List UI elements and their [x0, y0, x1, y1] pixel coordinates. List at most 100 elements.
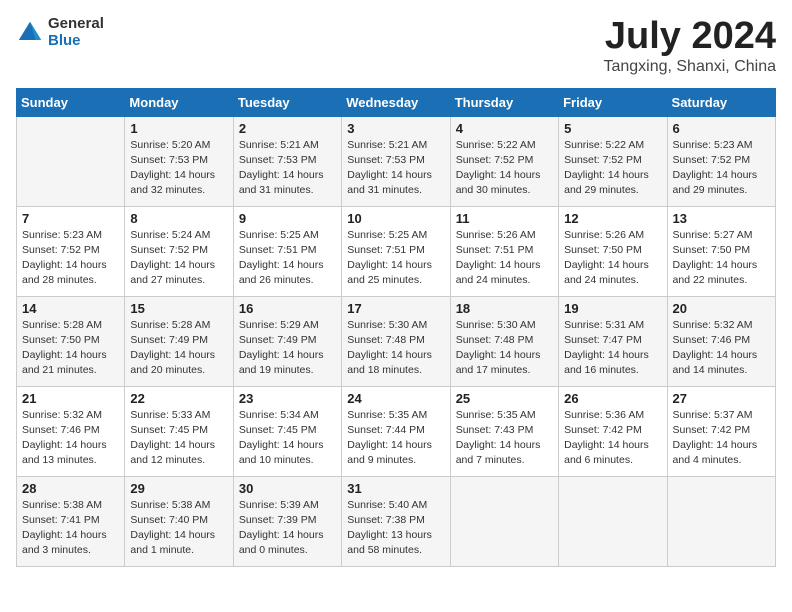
- day-info: Sunrise: 5:39 AM Sunset: 7:39 PM Dayligh…: [239, 498, 336, 559]
- day-info: Sunrise: 5:21 AM Sunset: 7:53 PM Dayligh…: [239, 138, 336, 199]
- day-number: 31: [347, 481, 444, 496]
- day-info: Sunrise: 5:28 AM Sunset: 7:49 PM Dayligh…: [130, 318, 227, 379]
- title-block: July 2024 Tangxing, Shanxi, China: [603, 16, 776, 76]
- day-info: Sunrise: 5:25 AM Sunset: 7:51 PM Dayligh…: [239, 228, 336, 289]
- calendar-cell: 26 Sunrise: 5:36 AM Sunset: 7:42 PM Dayli…: [559, 386, 667, 476]
- logo-blue: Blue: [48, 33, 104, 50]
- day-info: Sunrise: 5:23 AM Sunset: 7:52 PM Dayligh…: [673, 138, 770, 199]
- calendar-cell: 16Sunrise: 5:29 AM Sunset: 7:49 PM Dayli…: [233, 296, 341, 386]
- day-info: Sunrise: 5:26 AM Sunset: 7:51 PM Dayligh…: [456, 228, 553, 289]
- day-info: Sunrise: 5:35 AM Sunset: 7:44 PM Dayligh…: [347, 408, 444, 469]
- calendar-cell: 12Sunrise: 5:26 AM Sunset: 7:50 PM Dayli…: [559, 206, 667, 296]
- calendar-cell: 24 Sunrise: 5:35 AM Sunset: 7:44 PM Dayli…: [342, 386, 450, 476]
- day-number: 18: [456, 301, 553, 316]
- day-number: 2: [239, 121, 336, 136]
- day-info: Sunrise: 5:30 AM Sunset: 7:48 PM Dayligh…: [456, 318, 553, 379]
- day-info: Sunrise: 5:22 AM Sunset: 7:52 PM Dayligh…: [564, 138, 661, 199]
- calendar-body: 1 Sunrise: 5:20 AM Sunset: 7:53 PM Daylig…: [17, 116, 776, 566]
- week-row-5: 28Sunrise: 5:38 AM Sunset: 7:41 PM Dayli…: [17, 476, 776, 566]
- day-number: 1: [130, 121, 227, 136]
- day-info: Sunrise: 5:31 AM Sunset: 7:47 PM Dayligh…: [564, 318, 661, 379]
- day-info: Sunrise: 5:35 AM Sunset: 7:43 PM Dayligh…: [456, 408, 553, 469]
- day-number: 16: [239, 301, 336, 316]
- day-number: 6: [673, 121, 770, 136]
- calendar-cell: 21 Sunrise: 5:32 AM Sunset: 7:46 PM Dayli…: [17, 386, 125, 476]
- calendar-cell: 22 Sunrise: 5:33 AM Sunset: 7:45 PM Dayli…: [125, 386, 233, 476]
- day-number: 3: [347, 121, 444, 136]
- calendar-cell: 13 Sunrise: 5:27 AM Sunset: 7:50 PM Dayli…: [667, 206, 775, 296]
- day-number: 9: [239, 211, 336, 226]
- calendar-cell: 17Sunrise: 5:30 AM Sunset: 7:48 PM Dayli…: [342, 296, 450, 386]
- calendar-cell: 1 Sunrise: 5:20 AM Sunset: 7:53 PM Daylig…: [125, 116, 233, 206]
- day-number: 5: [564, 121, 661, 136]
- calendar-cell: [559, 476, 667, 566]
- day-number: 28: [22, 481, 119, 496]
- calendar-cell: 15 Sunrise: 5:28 AM Sunset: 7:49 PM Dayli…: [125, 296, 233, 386]
- calendar-cell: 29Sunrise: 5:38 AM Sunset: 7:40 PM Dayli…: [125, 476, 233, 566]
- calendar-header: SundayMondayTuesdayWednesdayThursdayFrid…: [17, 88, 776, 116]
- calendar-cell: 9 Sunrise: 5:25 AM Sunset: 7:51 PM Daylig…: [233, 206, 341, 296]
- calendar-cell: [17, 116, 125, 206]
- calendar-cell: 19Sunrise: 5:31 AM Sunset: 7:47 PM Dayli…: [559, 296, 667, 386]
- day-number: 21: [22, 391, 119, 406]
- calendar-cell: 2 Sunrise: 5:21 AM Sunset: 7:53 PM Daylig…: [233, 116, 341, 206]
- day-info: Sunrise: 5:33 AM Sunset: 7:45 PM Dayligh…: [130, 408, 227, 469]
- calendar-cell: 31 Sunrise: 5:40 AM Sunset: 7:38 PM Dayli…: [342, 476, 450, 566]
- day-number: 12: [564, 211, 661, 226]
- header-row: SundayMondayTuesdayWednesdayThursdayFrid…: [17, 88, 776, 116]
- day-info: Sunrise: 5:25 AM Sunset: 7:51 PM Dayligh…: [347, 228, 444, 289]
- calendar-cell: 18 Sunrise: 5:30 AM Sunset: 7:48 PM Dayli…: [450, 296, 558, 386]
- header-day-saturday: Saturday: [667, 88, 775, 116]
- header-day-friday: Friday: [559, 88, 667, 116]
- calendar-cell: 4Sunrise: 5:22 AM Sunset: 7:52 PM Daylig…: [450, 116, 558, 206]
- day-number: 11: [456, 211, 553, 226]
- day-number: 27: [673, 391, 770, 406]
- calendar-cell: 27 Sunrise: 5:37 AM Sunset: 7:42 PM Dayli…: [667, 386, 775, 476]
- day-number: 13: [673, 211, 770, 226]
- header-day-thursday: Thursday: [450, 88, 558, 116]
- logo-text: General Blue: [48, 16, 104, 49]
- day-number: 30: [239, 481, 336, 496]
- calendar-cell: 11 Sunrise: 5:26 AM Sunset: 7:51 PM Dayli…: [450, 206, 558, 296]
- header-day-monday: Monday: [125, 88, 233, 116]
- calendar-cell: 7Sunrise: 5:23 AM Sunset: 7:52 PM Daylig…: [17, 206, 125, 296]
- day-number: 22: [130, 391, 227, 406]
- day-info: Sunrise: 5:32 AM Sunset: 7:46 PM Dayligh…: [22, 408, 119, 469]
- header-day-sunday: Sunday: [17, 88, 125, 116]
- day-info: Sunrise: 5:37 AM Sunset: 7:42 PM Dayligh…: [673, 408, 770, 469]
- calendar-cell: [450, 476, 558, 566]
- logo-general: General: [48, 16, 104, 33]
- week-row-3: 14Sunrise: 5:28 AM Sunset: 7:50 PM Dayli…: [17, 296, 776, 386]
- day-info: Sunrise: 5:40 AM Sunset: 7:38 PM Dayligh…: [347, 498, 444, 559]
- week-row-2: 7Sunrise: 5:23 AM Sunset: 7:52 PM Daylig…: [17, 206, 776, 296]
- logo-icon: [16, 19, 44, 47]
- calendar-cell: 8Sunrise: 5:24 AM Sunset: 7:52 PM Daylig…: [125, 206, 233, 296]
- day-number: 26: [564, 391, 661, 406]
- day-info: Sunrise: 5:28 AM Sunset: 7:50 PM Dayligh…: [22, 318, 119, 379]
- week-row-4: 21 Sunrise: 5:32 AM Sunset: 7:46 PM Dayli…: [17, 386, 776, 476]
- day-number: 8: [130, 211, 227, 226]
- calendar-cell: 30 Sunrise: 5:39 AM Sunset: 7:39 PM Dayli…: [233, 476, 341, 566]
- calendar-cell: 5 Sunrise: 5:22 AM Sunset: 7:52 PM Daylig…: [559, 116, 667, 206]
- header-day-tuesday: Tuesday: [233, 88, 341, 116]
- day-number: 7: [22, 211, 119, 226]
- day-info: Sunrise: 5:22 AM Sunset: 7:52 PM Dayligh…: [456, 138, 553, 199]
- day-info: Sunrise: 5:21 AM Sunset: 7:53 PM Dayligh…: [347, 138, 444, 199]
- calendar-cell: 3 Sunrise: 5:21 AM Sunset: 7:53 PM Daylig…: [342, 116, 450, 206]
- calendar-table: SundayMondayTuesdayWednesdayThursdayFrid…: [16, 88, 776, 567]
- page-header: General Blue July 2024 Tangxing, Shanxi,…: [16, 16, 776, 76]
- day-info: Sunrise: 5:27 AM Sunset: 7:50 PM Dayligh…: [673, 228, 770, 289]
- day-number: 24: [347, 391, 444, 406]
- day-number: 15: [130, 301, 227, 316]
- calendar-cell: 10 Sunrise: 5:25 AM Sunset: 7:51 PM Dayli…: [342, 206, 450, 296]
- day-info: Sunrise: 5:34 AM Sunset: 7:45 PM Dayligh…: [239, 408, 336, 469]
- day-info: Sunrise: 5:30 AM Sunset: 7:48 PM Dayligh…: [347, 318, 444, 379]
- day-info: Sunrise: 5:38 AM Sunset: 7:40 PM Dayligh…: [130, 498, 227, 559]
- calendar-cell: 25Sunrise: 5:35 AM Sunset: 7:43 PM Dayli…: [450, 386, 558, 476]
- day-info: Sunrise: 5:20 AM Sunset: 7:53 PM Dayligh…: [130, 138, 227, 199]
- day-number: 10: [347, 211, 444, 226]
- calendar-cell: 6 Sunrise: 5:23 AM Sunset: 7:52 PM Daylig…: [667, 116, 775, 206]
- day-info: Sunrise: 5:36 AM Sunset: 7:42 PM Dayligh…: [564, 408, 661, 469]
- day-number: 23: [239, 391, 336, 406]
- calendar-cell: 23 Sunrise: 5:34 AM Sunset: 7:45 PM Dayli…: [233, 386, 341, 476]
